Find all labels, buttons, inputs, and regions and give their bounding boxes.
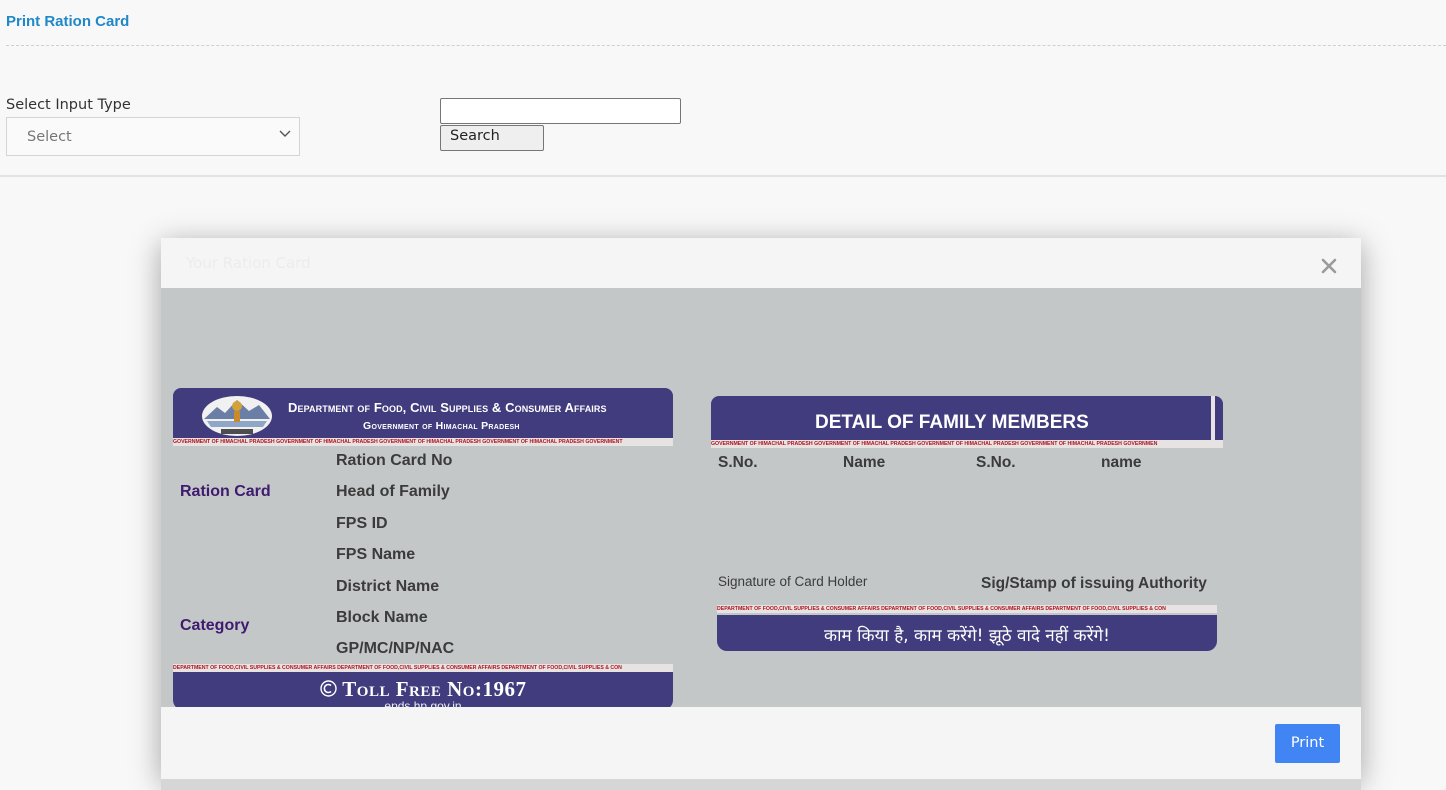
modal-backdrop-edge bbox=[161, 779, 1361, 790]
slogan-band: काम किया है, काम करेंगे! झूठे वादे नहीं … bbox=[717, 615, 1217, 651]
back-footer-ticker: DEPARTMENT OF FOOD,CIVIL SUPPLIES & CONS… bbox=[717, 605, 1217, 613]
ration-card-modal: Your Ration Card Department of Food, Civ… bbox=[161, 238, 1361, 779]
hindi-slogan: काम किया है, काम करेंगे! झूठे वादे नहीं … bbox=[824, 626, 1110, 646]
chevron-down-icon bbox=[279, 130, 291, 137]
column-sno-2: S.No. bbox=[976, 454, 1016, 471]
side-label-ration-card: Ration Card bbox=[180, 483, 271, 500]
signature-issuing-authority: Sig/Stamp of issuing Authority bbox=[981, 575, 1207, 592]
field-block-name: Block Name bbox=[336, 609, 428, 626]
field-head-of-family: Head of Family bbox=[336, 483, 450, 500]
field-district-name: District Name bbox=[336, 578, 440, 595]
front-card-header: Department of Food, Civil Supplies & Con… bbox=[173, 388, 673, 442]
close-icon[interactable] bbox=[1321, 258, 1337, 274]
field-fps-id: FPS ID bbox=[336, 515, 388, 532]
himachal-emblem-icon bbox=[202, 396, 272, 436]
department-title: Department of Food, Civil Supplies & Con… bbox=[288, 400, 607, 415]
input-type-select[interactable]: Select bbox=[6, 117, 300, 156]
modal-footer: Print bbox=[161, 707, 1361, 779]
phone-icon bbox=[319, 680, 337, 697]
front-card-footer: Toll Free No:1967 epds.hp.gov.in bbox=[173, 672, 673, 713]
field-gp-mc-np-nac: GP/MC/NP/NAC bbox=[336, 640, 455, 657]
field-fps-name: FPS Name bbox=[336, 546, 416, 563]
modal-body: Department of Food, Civil Supplies & Con… bbox=[161, 288, 1361, 713]
title-divider bbox=[6, 45, 1446, 46]
modal-header: Your Ration Card bbox=[161, 238, 1361, 288]
ration-card-back: DETAIL OF FAMILY MEMBERS GOVERNMENT OF H… bbox=[711, 388, 1226, 710]
header-accent bbox=[1211, 396, 1215, 440]
family-header: DETAIL OF FAMILY MEMBERS bbox=[711, 396, 1223, 446]
signature-card-holder: Signature of Card Holder bbox=[718, 574, 868, 589]
government-subtitle: Government of Himachal Pradesh bbox=[363, 420, 520, 432]
form-divider bbox=[0, 175, 1446, 177]
column-name-1: Name bbox=[843, 454, 886, 471]
front-header-ticker: GOVERNMENT OF HIMACHAL PRADESH GOVERNMEN… bbox=[173, 438, 673, 446]
toll-free-text: Toll Free No:1967 bbox=[342, 677, 527, 701]
print-button[interactable]: Print bbox=[1275, 724, 1340, 763]
page-title: Print Ration Card bbox=[6, 13, 130, 30]
front-footer-ticker: DEPARTMENT OF FOOD,CIVIL SUPPLIES & CONS… bbox=[173, 664, 673, 672]
select-value: Select bbox=[27, 129, 72, 145]
search-button[interactable]: Search bbox=[440, 125, 544, 151]
column-sno-1: S.No. bbox=[718, 454, 758, 471]
ration-card-front: Department of Food, Civil Supplies & Con… bbox=[173, 388, 673, 713]
input-type-label: Select Input Type bbox=[6, 97, 131, 113]
search-input[interactable] bbox=[440, 98, 681, 124]
modal-title: Your Ration Card bbox=[186, 254, 311, 272]
column-name-2: name bbox=[1101, 454, 1142, 471]
side-label-category: Category bbox=[180, 617, 250, 634]
family-members-title: DETAIL OF FAMILY MEMBERS bbox=[815, 412, 1089, 433]
field-ration-card-no: Ration Card No bbox=[336, 452, 453, 469]
back-header-ticker: GOVERNMENT OF HIMACHAL PRADESH GOVERNMEN… bbox=[711, 440, 1223, 448]
